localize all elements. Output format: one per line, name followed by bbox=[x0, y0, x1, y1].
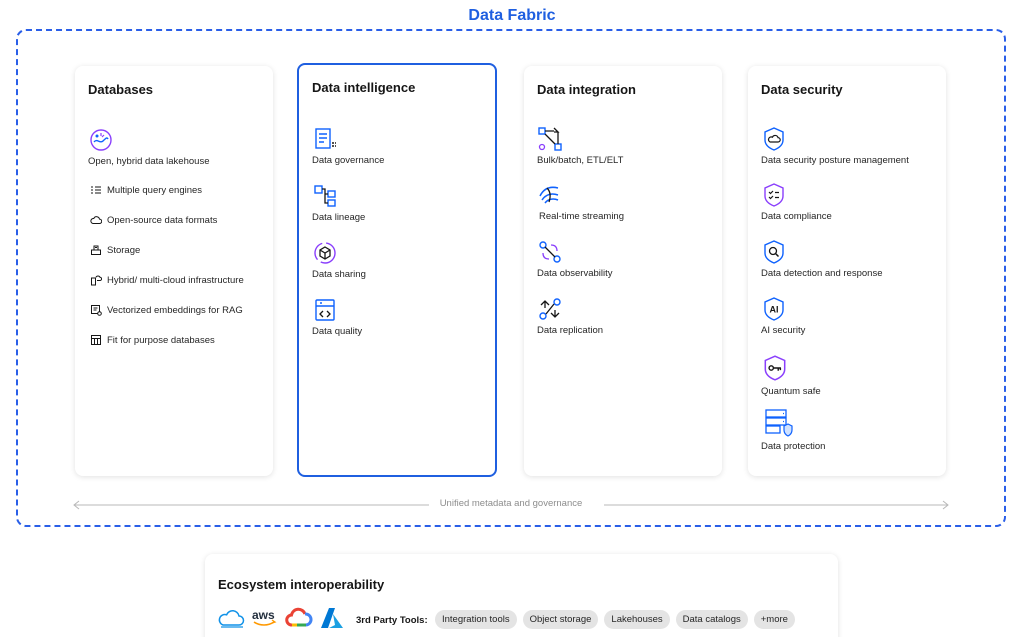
etl-icon bbox=[538, 127, 562, 151]
data-intelligence-title: Data intelligence bbox=[312, 80, 416, 95]
quality-icon bbox=[315, 299, 335, 321]
list-item: Quantum safe bbox=[761, 353, 821, 397]
ecosystem-title: Ecosystem interoperability bbox=[218, 577, 385, 592]
list-item: Data governance bbox=[312, 126, 384, 166]
storage-icon bbox=[91, 245, 101, 255]
list-item: Fit for purpose databases bbox=[90, 334, 215, 346]
chip-object-storage[interactable]: Object storage bbox=[522, 610, 599, 629]
azure-logo bbox=[321, 608, 343, 628]
data-security-card: Data security Data security posture mana… bbox=[748, 66, 946, 476]
aws-logo: aws bbox=[252, 608, 277, 626]
list-item: Data quality bbox=[312, 297, 362, 337]
governance-icon bbox=[315, 128, 336, 149]
lineage-icon bbox=[314, 185, 336, 207]
svg-text:AI: AI bbox=[770, 305, 779, 315]
list-item: Data security posture management bbox=[761, 126, 909, 166]
shield-key-icon bbox=[764, 355, 786, 381]
chip-integration-tools[interactable]: Integration tools bbox=[435, 610, 517, 629]
data-intelligence-card: Data intelligence Data governance Data l… bbox=[297, 63, 497, 477]
data-integration-title: Data integration bbox=[537, 82, 636, 97]
list-item: Data compliance bbox=[761, 182, 832, 222]
list-item: Data protection bbox=[761, 408, 825, 452]
data-integration-card: Data integration Bulk/batch, ETL/ELT Rea… bbox=[524, 66, 722, 476]
embeddings-icon bbox=[91, 305, 102, 316]
list-item: Real-time streaming bbox=[537, 182, 624, 222]
observability-icon bbox=[539, 241, 561, 263]
shield-cloud-icon bbox=[764, 127, 784, 151]
query-engines-icon bbox=[91, 186, 101, 194]
data-security-title: Data security bbox=[761, 82, 843, 97]
list-item: Vectorized embeddings for RAG bbox=[90, 304, 243, 316]
chip-lakehouses[interactable]: Lakehouses bbox=[604, 610, 670, 629]
third-party-tools-label: 3rd Party Tools: bbox=[356, 615, 428, 626]
ecosystem-card: Ecosystem interoperability aws 3rd Party… bbox=[205, 554, 838, 637]
databases-card: Databases Open, hybrid data lakehouse Mu… bbox=[75, 66, 273, 476]
list-item: AI AI security bbox=[761, 296, 805, 336]
list-item: Bulk/batch, ETL/ELT bbox=[537, 126, 623, 166]
ibm-cloud-logo bbox=[218, 610, 245, 628]
databases-title: Databases bbox=[88, 82, 154, 97]
server-shield-icon bbox=[765, 409, 793, 437]
svg-text:aws: aws bbox=[252, 608, 275, 622]
cloud-icon bbox=[90, 216, 102, 224]
google-cloud-logo bbox=[285, 607, 313, 627]
lakehouse-label: Open, hybrid data lakehouse bbox=[88, 156, 210, 167]
list-item: Data sharing bbox=[312, 240, 366, 280]
database-icon bbox=[91, 335, 101, 345]
unified-metadata-label: Unified metadata and governance bbox=[439, 498, 583, 509]
list-item: Data detection and response bbox=[761, 239, 882, 279]
list-item: Open-source data formats bbox=[90, 214, 217, 226]
unified-metadata-arrow: Unified metadata and governance bbox=[73, 497, 949, 511]
chip-more[interactable]: +more bbox=[753, 610, 795, 629]
hybrid-cloud-icon bbox=[91, 275, 102, 286]
list-item: Hybrid/ multi-cloud infrastructure bbox=[90, 274, 244, 286]
chip-data-catalogs[interactable]: Data catalogs bbox=[675, 610, 748, 629]
replication-icon bbox=[539, 298, 561, 320]
list-item: Data observability bbox=[537, 239, 613, 279]
cloud-logos: aws bbox=[217, 606, 351, 630]
shield-search-icon bbox=[764, 240, 784, 264]
list-item: Data replication bbox=[537, 296, 603, 336]
sharing-icon bbox=[314, 242, 336, 264]
list-item: Data lineage bbox=[312, 183, 365, 223]
list-item: Storage bbox=[90, 244, 140, 256]
data-fabric-title: Data Fabric bbox=[0, 7, 1024, 25]
shield-ai-icon: AI bbox=[764, 297, 784, 321]
streaming-icon bbox=[539, 186, 559, 204]
shield-checklist-icon bbox=[764, 183, 784, 207]
lakehouse-icon bbox=[90, 129, 112, 151]
list-item: Multiple query engines bbox=[90, 184, 202, 196]
tool-chips: Integration tools Object storage Lakehou… bbox=[435, 610, 801, 629]
lakehouse-item: Open, hybrid data lakehouse bbox=[88, 127, 209, 167]
